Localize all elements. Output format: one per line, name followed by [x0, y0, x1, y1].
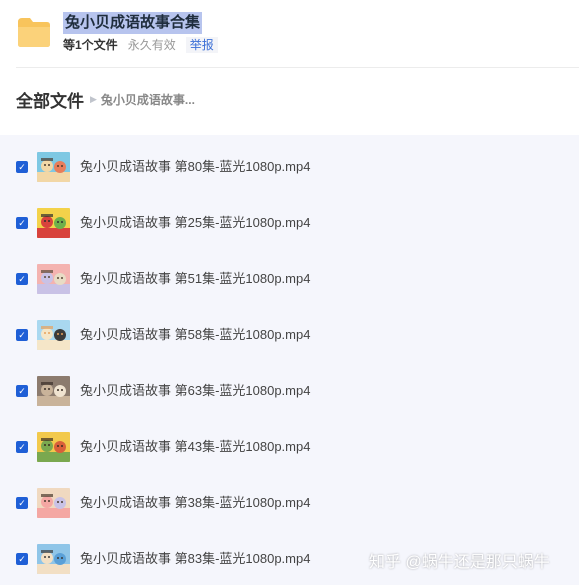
watermark-text: 知乎 @蜗牛还是那只蜗牛 — [369, 554, 550, 571]
share-header: 兔小贝成语故事合集 等1个文件 永久有效 举报 — [0, 0, 579, 68]
checkmark-icon: ✓ — [18, 161, 26, 172]
file-row[interactable]: ✓ 兔小贝成语故事 第51集-蓝光1080p.mp4 — [0, 247, 579, 303]
share-meta: 等1个文件 永久有效 举报 — [63, 37, 218, 53]
header-divider — [16, 67, 579, 68]
video-thumbnail — [37, 264, 70, 294]
checkmark-icon: ✓ — [18, 217, 26, 228]
checkmark-icon: ✓ — [18, 385, 26, 396]
file-name[interactable]: 兔小贝成语故事 第25集-蓝光1080p.mp4 — [80, 214, 310, 232]
file-row[interactable]: ✓ 兔小贝成语故事 第80集-蓝光1080p.mp4 — [0, 135, 579, 191]
checkmark-icon: ✓ — [18, 441, 26, 452]
file-count: 等1个文件 — [63, 38, 118, 52]
video-thumbnail — [37, 544, 70, 574]
file-checkbox[interactable]: ✓ — [16, 273, 28, 285]
file-checkbox[interactable]: ✓ — [16, 497, 28, 509]
video-thumbnail — [37, 208, 70, 238]
checkmark-icon: ✓ — [18, 329, 26, 340]
checkmark-icon: ✓ — [18, 497, 26, 508]
file-name[interactable]: 兔小贝成语故事 第80集-蓝光1080p.mp4 — [80, 158, 310, 176]
file-name[interactable]: 兔小贝成语故事 第58集-蓝光1080p.mp4 — [80, 326, 310, 344]
file-name[interactable]: 兔小贝成语故事 第43集-蓝光1080p.mp4 — [80, 438, 310, 456]
file-row[interactable]: ✓ 兔小贝成语故事 第58集-蓝光1080p.mp4 — [0, 303, 579, 359]
file-name[interactable]: 兔小贝成语故事 第38集-蓝光1080p.mp4 — [80, 494, 310, 512]
file-row[interactable]: ✓ 兔小贝成语故事 第25集-蓝光1080p.mp4 — [0, 191, 579, 247]
file-name[interactable]: 兔小贝成语故事 第51集-蓝光1080p.mp4 — [80, 270, 310, 288]
file-checkbox[interactable]: ✓ — [16, 217, 28, 229]
share-title: 兔小贝成语故事合集 — [63, 12, 203, 34]
file-checkbox[interactable]: ✓ — [16, 329, 28, 341]
file-list: ✓ 兔小贝成语故事 第80集-蓝光1080p.mp4 ✓ 兔小贝成语故事 第25集-蓝… — [0, 135, 579, 585]
video-thumbnail — [37, 152, 70, 182]
file-row[interactable]: ✓ 兔小贝成语故事 第63集-蓝光1080p.mp4 — [0, 359, 579, 415]
file-checkbox[interactable]: ✓ — [16, 161, 28, 173]
checkmark-icon: ✓ — [18, 553, 26, 564]
breadcrumb: 全部文件 ▶ 兔小贝成语故事... — [16, 87, 195, 112]
video-thumbnail — [37, 488, 70, 518]
video-thumbnail — [37, 320, 70, 350]
file-checkbox[interactable]: ✓ — [16, 385, 28, 397]
checkmark-icon: ✓ — [18, 273, 26, 284]
file-checkbox[interactable]: ✓ — [16, 553, 28, 565]
video-thumbnail — [37, 376, 70, 406]
file-name[interactable]: 兔小贝成语故事 第83集-蓝光1080p.mp4 — [80, 550, 310, 568]
breadcrumb-current-folder: 兔小贝成语故事... — [100, 92, 195, 107]
file-row[interactable]: ✓ 兔小贝成语故事 第38集-蓝光1080p.mp4 — [0, 471, 579, 527]
breadcrumb-all-files[interactable]: 全部文件 — [16, 87, 84, 112]
file-name[interactable]: 兔小贝成语故事 第63集-蓝光1080p.mp4 — [80, 382, 310, 400]
validity-text: 永久有效 — [127, 38, 176, 52]
folder-icon — [18, 18, 50, 47]
video-thumbnail — [37, 432, 70, 462]
breadcrumb-separator-icon: ▶ — [90, 93, 97, 104]
file-checkbox[interactable]: ✓ — [16, 441, 28, 453]
file-row[interactable]: ✓ 兔小贝成语故事 第43集-蓝光1080p.mp4 — [0, 415, 579, 471]
report-link[interactable]: 举报 — [185, 37, 218, 53]
